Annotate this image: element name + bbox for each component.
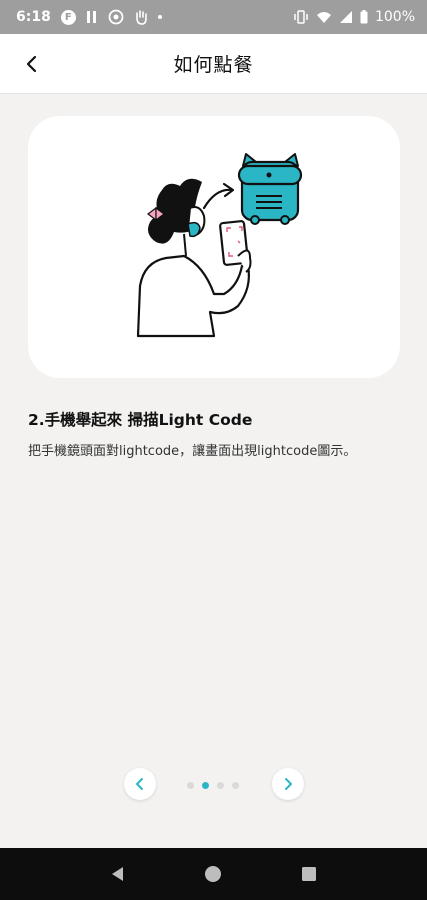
dot-icon xyxy=(157,15,162,19)
system-nav-bar xyxy=(0,848,427,900)
page-dot-4 xyxy=(232,782,239,789)
signal-icon xyxy=(339,10,353,24)
status-right: 100% xyxy=(293,9,415,25)
triangle-back-icon xyxy=(111,867,123,881)
record-icon xyxy=(108,9,124,25)
circle-home-icon xyxy=(205,866,222,882)
chevron-left-icon xyxy=(26,55,37,73)
f-badge-icon: F xyxy=(60,9,76,25)
system-recents-button[interactable] xyxy=(294,859,324,889)
step-description: 把手機鏡頭面對lightcode，讓畫面出現lightcode圖示。 xyxy=(28,444,357,459)
page-dot-1 xyxy=(187,782,194,789)
app-header: 如何點餐 xyxy=(0,34,427,94)
prev-button[interactable] xyxy=(124,768,156,800)
next-button[interactable] xyxy=(272,768,304,800)
status-time: 6:18 xyxy=(16,9,51,25)
system-back-button[interactable] xyxy=(103,859,133,889)
status-bar: 6:18 F 100% xyxy=(0,0,427,34)
wifi-icon xyxy=(316,10,332,24)
back-button[interactable] xyxy=(14,46,50,82)
system-home-button[interactable] xyxy=(198,859,228,889)
hand-icon xyxy=(134,9,148,25)
pause-icon xyxy=(86,10,98,24)
page-dot-2-active xyxy=(202,782,209,789)
vibrate-icon xyxy=(293,10,309,24)
lightcode-device xyxy=(237,153,303,225)
person-scanning-device-illustration xyxy=(136,153,303,338)
status-left: 6:18 F xyxy=(16,9,162,25)
step-title: 2.手機舉起來 掃描Light Code xyxy=(28,411,253,429)
page-dot-3 xyxy=(217,782,224,789)
battery-percent: 100% xyxy=(374,9,415,25)
battery-icon xyxy=(360,10,368,24)
illustration-card xyxy=(28,116,400,378)
chevron-left-icon xyxy=(136,778,143,790)
square-recents-icon xyxy=(302,867,317,881)
page-title: 如何點餐 xyxy=(173,54,254,76)
chevron-right-icon xyxy=(285,778,292,790)
page-indicator xyxy=(187,782,239,789)
